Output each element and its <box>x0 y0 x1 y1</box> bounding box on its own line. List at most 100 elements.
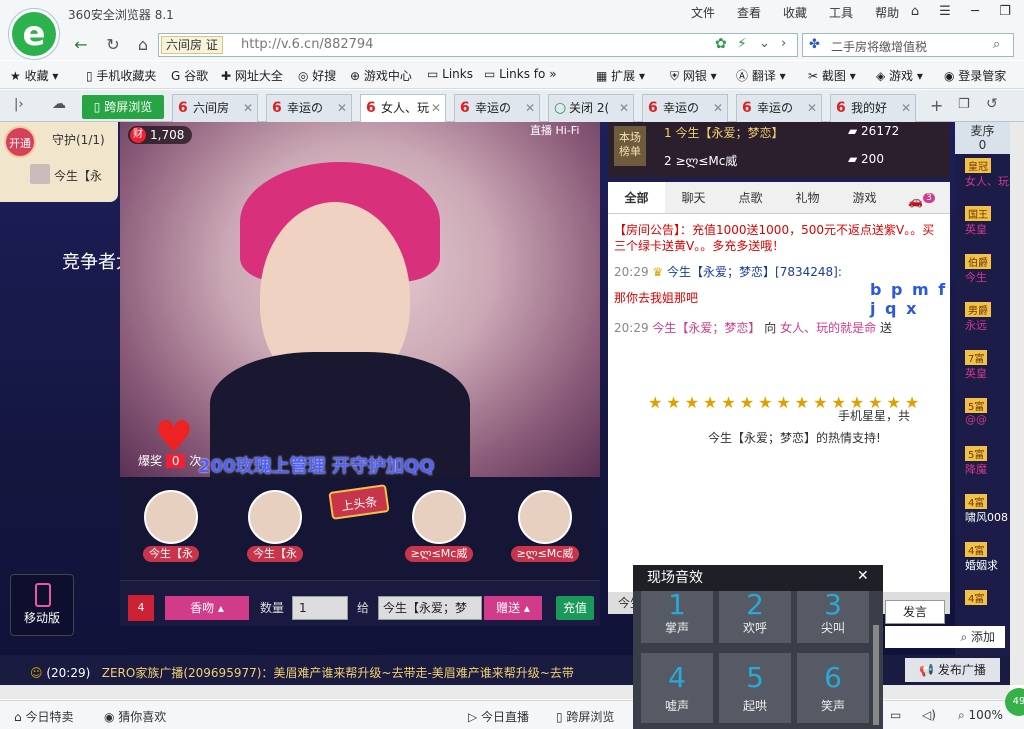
video-stream[interactable]: 1,708 直播 Hi-Fi ♥ 爆奖 0 次 200玫瑰上管理 开守护加QQ <box>120 122 600 482</box>
fan-1[interactable]: 今生【永 <box>126 490 216 562</box>
chevron-right-icon[interactable]: › <box>781 36 786 51</box>
sound-key-1[interactable]: 1 掌声 <box>641 591 713 643</box>
bookmark-hao[interactable]: ✚ 网址大全 <box>221 67 283 84</box>
close-icon[interactable]: ✕ <box>857 568 869 584</box>
tab-2[interactable]: 6 幸运の ✕ <box>266 94 352 122</box>
tab-1[interactable]: 6 六间房 ✕ <box>172 94 258 122</box>
right-item-4[interactable]: 男爵 永远 <box>955 298 1010 346</box>
right-item-8[interactable]: 4富 啸风008 <box>955 490 1010 538</box>
sound-key-2[interactable]: 2 欢呼 <box>719 591 791 643</box>
cloud-icon[interactable]: ☁ <box>52 96 66 112</box>
send-gift-button[interactable]: 赠送 ▴ <box>484 596 542 620</box>
bookmark-links-fo[interactable]: ▭ Links fo » <box>484 67 557 81</box>
right-item-2[interactable]: 国王 英皇 <box>955 202 1010 250</box>
recipient-input[interactable]: 今生【永爱；梦 <box>378 596 482 620</box>
bookmark-game[interactable]: ◈ 游戏 ▾ <box>876 67 923 84</box>
today-live-link[interactable]: ▷ 今日直播 <box>468 708 529 725</box>
bookmark-links[interactable]: ▭ Links <box>427 67 473 81</box>
bookmark-favorites[interactable]: ★ 收藏 ▾ <box>10 67 58 84</box>
bookmark-extensions[interactable]: ▦ 扩展 ▾ <box>596 67 645 84</box>
minimize-button[interactable]: ─ <box>960 2 990 22</box>
url-text[interactable]: http://v.6.cn/882794 <box>241 37 373 52</box>
chevron-down-icon[interactable]: ⌄ <box>759 36 770 51</box>
sound-key-3[interactable]: 3 尖叫 <box>797 591 869 643</box>
bookmark-translate[interactable]: Ⓐ 翻译 ▾ <box>736 67 786 84</box>
close-button[interactable]: ✕ <box>1020 2 1024 22</box>
menu-tools[interactable]: 工具 <box>818 4 864 21</box>
publish-broadcast-button[interactable]: 📢 发布广播 <box>905 658 1000 682</box>
right-item-1[interactable]: 皇冠 女人、玩 <box>955 154 1010 202</box>
right-item-6[interactable]: 5富 @@ <box>955 394 1010 442</box>
bookmark-bank[interactable]: ⛨ 网银 ▾ <box>670 67 717 84</box>
maximize-button[interactable]: ❐ <box>990 2 1020 22</box>
tab-game[interactable]: 游戏 <box>836 182 893 213</box>
rank-row-1[interactable]: 1 今生【永爱；梦恋】 <box>664 124 783 141</box>
headline-button[interactable]: 上头条 <box>328 484 390 520</box>
sound-key-5[interactable]: 5 起哄 <box>719 653 791 723</box>
undo-close-icon[interactable]: ↺ <box>986 96 998 112</box>
tab-3-active[interactable]: 6 女人、玩 ✕ <box>360 94 446 122</box>
tab-6[interactable]: 6 幸运の ✕ <box>642 94 728 122</box>
home-icon[interactable]: ⌂ <box>132 34 154 56</box>
sidebar-toggle-icon[interactable]: |› <box>14 97 24 112</box>
right-item-9[interactable]: 4富 婚姻求 <box>955 538 1010 586</box>
menu-favorites[interactable]: 收藏 <box>772 4 818 21</box>
volume-icon[interactable]: ◁) <box>922 708 936 722</box>
url-bar[interactable]: 六间房 证 http://v.6.cn/882794 ✿ ⚡ ⌄ › <box>158 33 798 57</box>
right-item-3[interactable]: 伯爵 今生 <box>955 250 1010 298</box>
menu-icon[interactable]: ☰ <box>930 2 960 22</box>
window-icon[interactable]: ▭ <box>890 708 901 722</box>
tab-4[interactable]: 6 幸运の ✕ <box>454 94 540 122</box>
tab-chat[interactable]: 聊天 <box>665 182 722 213</box>
fan-4[interactable]: ≥ლ≤Mc威 <box>500 490 590 562</box>
gift-select[interactable]: 香吻 ▴ <box>165 596 249 620</box>
bookmark-google[interactable]: G 谷歌 <box>171 67 208 84</box>
bookmark-games[interactable]: ⊕ 游戏中心 <box>350 67 412 84</box>
avatar[interactable] <box>30 164 50 184</box>
tab-list-icon[interactable]: ❐ <box>958 97 970 112</box>
speak-button[interactable]: 发言 <box>885 600 945 624</box>
open-guard-button[interactable]: 开通 <box>4 126 36 158</box>
tab-5[interactable]: ○ 关闭 2(✕ <box>548 94 634 122</box>
cross-screen-link[interactable]: ▯ 跨屏浏览 <box>556 708 614 725</box>
qty-input[interactable]: 1 <box>292 596 348 620</box>
right-item-7[interactable]: 5富 降魔 <box>955 442 1010 490</box>
tab-gift[interactable]: 礼物 <box>779 182 836 213</box>
search-box[interactable]: ✤ 二手房将缴增值税 ⌕ <box>802 33 1014 57</box>
tab-7[interactable]: 6 幸运の ✕ <box>736 94 822 122</box>
today-special-link[interactable]: ⌂ 今日特卖 <box>14 708 73 725</box>
back-arrow-icon[interactable]: ← <box>70 34 92 56</box>
new-tab-icon[interactable]: + <box>930 96 943 115</box>
cross-screen-button[interactable]: ▯ 跨屏浏览 <box>82 95 164 119</box>
right-item-5[interactable]: 7富 英皇 <box>955 346 1010 394</box>
browser-logo-icon[interactable]: e <box>9 9 59 59</box>
guess-link[interactable]: ◉ 猜你喜欢 <box>104 708 166 725</box>
bookmark-haosou[interactable]: ◎ 好搜 <box>298 67 336 84</box>
fan-3[interactable]: ≥ლ≤Mc威 <box>394 490 484 562</box>
search-input[interactable]: 二手房将缴增值税 <box>831 38 927 55</box>
menu-file[interactable]: 文件 <box>680 4 726 21</box>
search-icon[interactable]: ⌕ <box>993 37 1000 52</box>
menu-view[interactable]: 查看 <box>726 4 772 21</box>
vertical-scrollbar[interactable] <box>1010 122 1024 685</box>
tab-8[interactable]: 6 我的好 ✕ <box>830 94 916 122</box>
pin-icon[interactable]: ⌂ <box>900 2 930 22</box>
guard-user[interactable]: 今生【永 <box>54 167 102 184</box>
refresh-icon[interactable]: ↻ <box>102 34 124 56</box>
bookmark-login[interactable]: ◉ 登录管家 <box>944 67 1006 84</box>
bookmark-screenshot[interactable]: ✂ 截图 ▾ <box>808 67 856 84</box>
fan-2[interactable]: 今生【永 <box>230 490 320 562</box>
rank-row-2[interactable]: 2 ≥ლ≤Mc威 <box>664 152 737 169</box>
car-icon[interactable]: 🚗 3 <box>893 182 950 213</box>
zoom-level[interactable]: ⌕ 100% <box>958 708 1003 723</box>
charge-button[interactable]: 充值 <box>556 596 594 620</box>
site-badge[interactable]: 六间房 证 <box>161 36 223 54</box>
sound-scrollbar[interactable] <box>873 625 879 725</box>
add-button[interactable]: ⌕ 添加 <box>885 626 1005 648</box>
tab-all[interactable]: 全部 <box>608 182 665 213</box>
sound-key-4[interactable]: 4 嘘声 <box>641 653 713 723</box>
security-icon[interactable]: ✿ <box>715 36 727 52</box>
mobile-version-button[interactable]: 移动版 <box>10 574 74 636</box>
paw-icon[interactable]: ✤ <box>809 37 820 52</box>
lightning-icon[interactable]: ⚡ <box>737 36 747 52</box>
